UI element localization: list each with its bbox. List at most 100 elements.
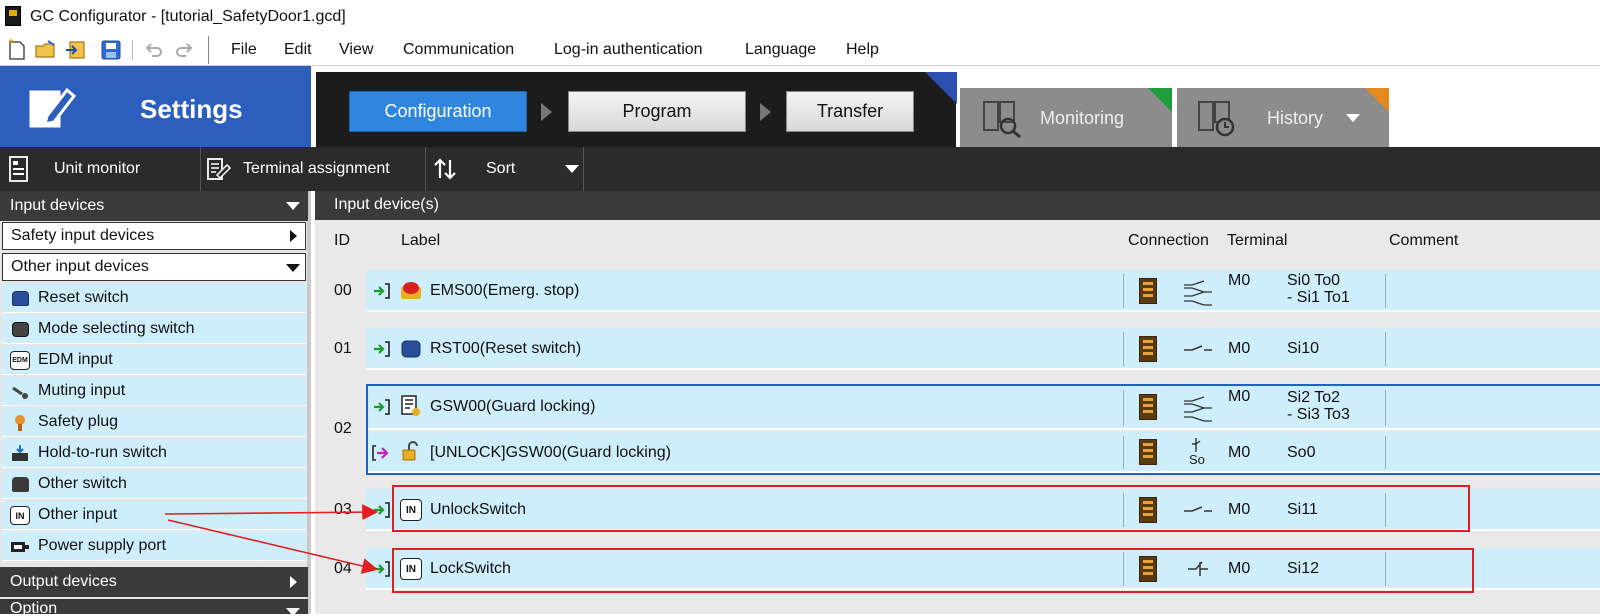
output-arrow-icon xyxy=(372,445,389,461)
toolbar-separator xyxy=(130,39,134,61)
window-title: GC Configurator - [tutorial_SafetyDoor1.… xyxy=(30,8,346,25)
title-bar: GC Configurator - [tutorial_SafetyDoor1.… xyxy=(0,0,1600,34)
other-input-devices-group[interactable]: Other input devices xyxy=(2,253,306,281)
row-divider xyxy=(1123,332,1124,366)
safety-plug-icon xyxy=(15,415,25,431)
input-devices-chevron-down-icon xyxy=(286,202,300,210)
device-label: RST00(Reset switch) xyxy=(430,340,582,357)
other-input-devices-chevron-down-icon xyxy=(286,264,300,272)
row-id: 03 xyxy=(334,501,352,518)
power-port-icon xyxy=(11,542,29,552)
palette-item-other-switch[interactable]: Other switch xyxy=(2,470,306,499)
mode-switch-icon xyxy=(10,320,30,339)
hold-to-run-icon xyxy=(12,445,28,461)
reset-switch-icon xyxy=(10,289,30,308)
save-icon[interactable] xyxy=(100,38,122,62)
palette-item-label: Mode selecting switch xyxy=(38,320,195,337)
palette-item-label: Hold-to-run switch xyxy=(38,444,167,461)
step-arrow-icon xyxy=(541,103,552,121)
menu-language[interactable]: Language xyxy=(745,41,816,59)
palette-item-label: Power supply port xyxy=(38,537,167,554)
unit-monitor-label: Unit monitor xyxy=(54,160,141,177)
palette-item-edm-input[interactable]: EDM EDM input xyxy=(2,346,306,375)
input-arrow-icon xyxy=(374,283,390,299)
row-id: 02 xyxy=(334,420,352,437)
palette-item-muting-input[interactable]: Muting input xyxy=(2,377,306,406)
step-transfer-button[interactable]: Transfer xyxy=(786,91,914,132)
history-corner-marker xyxy=(1365,88,1389,112)
terminal-line-1: Si2 To2 xyxy=(1287,389,1341,406)
menu-help[interactable]: Help xyxy=(846,41,879,59)
menu-file[interactable]: File xyxy=(231,41,257,59)
tab-history-label: History xyxy=(1267,108,1324,128)
import-icon[interactable] xyxy=(64,38,88,62)
redo-icon[interactable] xyxy=(174,38,196,62)
menu-edit[interactable]: Edit xyxy=(284,41,312,59)
undo-icon[interactable] xyxy=(142,38,164,62)
in-icon: IN xyxy=(10,506,30,525)
palette-item-label: EDM input xyxy=(38,351,113,368)
column-connection: Connection xyxy=(1128,232,1209,249)
palette-item-safety-plug[interactable]: Safety plug xyxy=(2,408,306,437)
solenoid-output-label: So xyxy=(1189,452,1205,467)
palette-item-power-supply-port[interactable]: Power supply port xyxy=(2,532,306,561)
palette-item-label: Muting input xyxy=(38,382,126,399)
row-divider xyxy=(1385,390,1386,426)
module-id: M0 xyxy=(1228,444,1251,461)
row-divider xyxy=(1123,274,1124,308)
palette-item-label: Reset switch xyxy=(38,289,129,306)
menu-communication[interactable]: Communication xyxy=(403,41,514,59)
input-devices-panel-title: Input device(s) xyxy=(334,196,439,213)
row-id: 00 xyxy=(334,282,352,299)
dual-channel-contact-icon xyxy=(1184,396,1212,422)
emergency-stop-icon xyxy=(401,282,421,299)
safety-input-devices-chevron-right-icon xyxy=(290,230,297,242)
input-devices-header[interactable]: Input devices xyxy=(0,191,308,221)
open-folder-icon[interactable] xyxy=(34,38,58,62)
safety-input-devices-label: Safety input devices xyxy=(11,227,155,244)
annotation-highlight-unlockswitch xyxy=(392,485,1470,532)
option-label: Option xyxy=(10,600,58,614)
terminal-line-2: - Si1 To1 xyxy=(1287,289,1350,306)
module-id: M0 xyxy=(1228,272,1251,289)
input-devices-label: Input devices xyxy=(10,197,105,214)
app-icon xyxy=(5,6,21,26)
normally-open-contact-icon xyxy=(1184,345,1212,351)
palette-item-hold-to-run-switch[interactable]: Hold-to-run switch xyxy=(2,439,306,468)
other-switch-icon xyxy=(10,475,30,494)
palette-item-mode-selecting-switch[interactable]: Mode selecting switch xyxy=(2,315,306,344)
muting-icon xyxy=(12,386,28,399)
new-file-icon[interactable] xyxy=(6,38,28,62)
output-devices-header[interactable]: Output devices xyxy=(0,567,308,597)
workflow-corner-marker xyxy=(925,72,957,104)
unit-monitor-icon xyxy=(9,156,28,182)
terminal-block-icon xyxy=(1139,439,1157,465)
menu-view[interactable]: View xyxy=(339,41,373,59)
row-divider xyxy=(1385,332,1386,366)
history-dropdown-icon[interactable] xyxy=(1346,114,1360,122)
step-configuration-button[interactable]: Configuration xyxy=(349,91,527,132)
terminal-block-icon xyxy=(1139,336,1157,362)
terminal-line-2: - Si3 To3 xyxy=(1287,406,1350,423)
settings-title: Settings xyxy=(140,94,243,124)
input-arrow-icon xyxy=(374,561,390,577)
input-arrow-icon xyxy=(374,399,390,415)
row-divider xyxy=(1123,390,1124,426)
dual-channel-contact-icon xyxy=(1184,280,1212,306)
input-devices-panel-header xyxy=(315,191,1600,220)
safety-input-devices-group[interactable]: Safety input devices xyxy=(2,222,306,250)
palette-item-other-input[interactable]: IN Other input xyxy=(2,501,306,530)
option-chevron-down-icon xyxy=(286,608,300,616)
output-devices-chevron-right-icon xyxy=(290,576,297,588)
terminal-assignment-label: Terminal assignment xyxy=(243,160,390,177)
palette-item-reset-switch[interactable]: Reset switch xyxy=(2,284,306,313)
input-arrow-icon xyxy=(374,341,390,357)
terminal-line-1: Si0 To0 xyxy=(1287,272,1341,289)
annotation-highlight-lockswitch xyxy=(392,548,1474,593)
menu-login-authentication[interactable]: Log-in authentication xyxy=(554,41,703,59)
option-header[interactable]: Option xyxy=(0,599,308,614)
step-program-button[interactable]: Program xyxy=(568,91,746,132)
menu-separator xyxy=(208,36,209,64)
column-comment: Comment xyxy=(1389,232,1459,249)
row-divider xyxy=(1385,436,1386,469)
